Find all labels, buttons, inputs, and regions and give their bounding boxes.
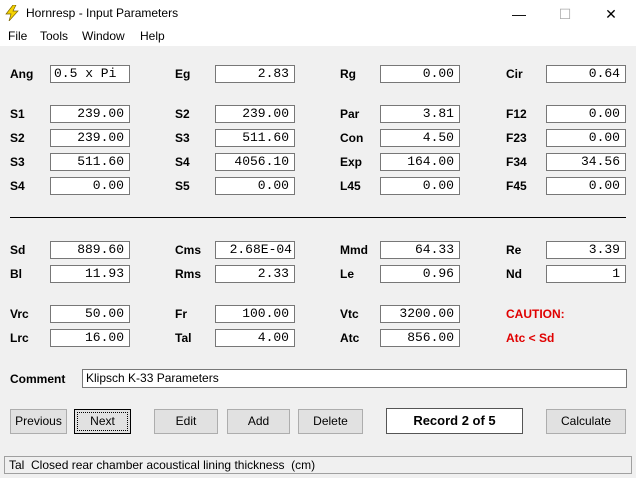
field-le[interactable]: 0.96 (380, 265, 460, 283)
label-s5: S5 (175, 179, 190, 193)
label-s3-segment3: S3 (10, 155, 25, 169)
minimize-button[interactable]: — (496, 0, 542, 28)
menu-window[interactable]: Window (82, 29, 125, 43)
label-ang: Ang (10, 67, 34, 81)
field-sd[interactable]: 889.60 (50, 241, 130, 259)
label-par: Par (340, 107, 360, 121)
field-s2[interactable]: 239.00 (215, 105, 295, 123)
label-nd: Nd (506, 267, 522, 281)
field-s3-segment3[interactable]: 511.60 (50, 153, 130, 171)
calculate-button[interactable]: Calculate (546, 409, 626, 434)
label-exp: Exp (340, 155, 363, 169)
field-cms[interactable]: 2.68E-04 (215, 241, 295, 259)
field-atc[interactable]: 856.00 (380, 329, 460, 347)
edit-button[interactable]: Edit (154, 409, 218, 434)
label-rg: Rg (340, 67, 356, 81)
field-con[interactable]: 4.50 (380, 129, 460, 147)
window-title: Hornresp - Input Parameters (26, 6, 179, 20)
field-tal[interactable]: 4.00 (215, 329, 295, 347)
field-s2-segment2[interactable]: 239.00 (50, 129, 130, 147)
field-re[interactable]: 3.39 (546, 241, 626, 259)
field-s4[interactable]: 4056.10 (215, 153, 295, 171)
field-f45[interactable]: 0.00 (546, 177, 626, 195)
field-s5[interactable]: 0.00 (215, 177, 295, 195)
record-indicator: Record 2 of 5 (386, 408, 523, 434)
label-s4-segment4: S4 (10, 179, 25, 193)
next-button[interactable]: Next (74, 409, 131, 434)
label-s4: S4 (175, 155, 190, 169)
label-comment: Comment (10, 372, 66, 386)
label-s1: S1 (10, 107, 25, 121)
label-fr: Fr (175, 307, 187, 321)
field-lrc[interactable]: 16.00 (50, 329, 130, 347)
field-eg[interactable]: 2.83 (215, 65, 295, 83)
label-bl: Bl (10, 267, 22, 281)
field-rms[interactable]: 2.33 (215, 265, 295, 283)
label-con: Con (340, 131, 364, 145)
menu-tools[interactable]: Tools (40, 29, 68, 43)
caution-title: CAUTION: (506, 307, 565, 321)
field-bl[interactable]: 11.93 (50, 265, 130, 283)
field-mmd[interactable]: 64.33 (380, 241, 460, 259)
label-vrc: Vrc (10, 307, 29, 321)
field-vtc[interactable]: 3200.00 (380, 305, 460, 323)
label-mmd: Mmd (340, 243, 368, 257)
comment-field[interactable]: Klipsch K-33 Parameters (82, 369, 627, 388)
label-tal: Tal (175, 331, 192, 345)
field-exp[interactable]: 164.00 (380, 153, 460, 171)
lightning-icon (5, 5, 19, 21)
field-rg[interactable]: 0.00 (380, 65, 460, 83)
field-s1[interactable]: 239.00 (50, 105, 130, 123)
label-s2: S2 (175, 107, 190, 121)
label-s3: S3 (175, 131, 190, 145)
previous-button[interactable]: Previous (10, 409, 67, 434)
caution-message: Atc < Sd (506, 331, 555, 345)
field-par[interactable]: 3.81 (380, 105, 460, 123)
label-atc: Atc (340, 331, 360, 345)
field-fr[interactable]: 100.00 (215, 305, 295, 323)
field-s3[interactable]: 511.60 (215, 129, 295, 147)
label-vtc: Vtc (340, 307, 359, 321)
label-cms: Cms (175, 243, 202, 257)
field-vrc[interactable]: 50.00 (50, 305, 130, 323)
field-f34[interactable]: 34.56 (546, 153, 626, 171)
field-ang[interactable]: 0.5 x Pi (50, 65, 130, 83)
field-l45[interactable]: 0.00 (380, 177, 460, 195)
label-l45: L45 (340, 179, 361, 193)
section-divider (10, 217, 626, 218)
menu-bar: File Tools Window Help (0, 28, 636, 46)
field-f23[interactable]: 0.00 (546, 129, 626, 147)
label-s2-segment2: S2 (10, 131, 25, 145)
label-f23: F23 (506, 131, 527, 145)
field-nd[interactable]: 1 (546, 265, 626, 283)
status-bar: Tal Closed rear chamber acoustical linin… (4, 456, 632, 474)
label-le: Le (340, 267, 355, 281)
label-f12: F12 (506, 107, 527, 121)
close-button[interactable]: ✕ (588, 0, 634, 28)
menu-help[interactable]: Help (140, 29, 165, 43)
delete-button[interactable]: Delete (298, 409, 363, 434)
field-s4-segment4[interactable]: 0.00 (50, 177, 130, 195)
maximize-button[interactable]: ☐ (542, 0, 588, 28)
field-f12[interactable]: 0.00 (546, 105, 626, 123)
menu-file[interactable]: File (8, 29, 27, 43)
label-re: Re (506, 243, 522, 257)
label-f34: F34 (506, 155, 527, 169)
field-cir[interactable]: 0.64 (546, 65, 626, 83)
add-button[interactable]: Add (227, 409, 290, 434)
label-rms: Rms (175, 267, 202, 281)
title-bar: Hornresp - Input Parameters — ☐ ✕ (0, 0, 636, 28)
label-f45: F45 (506, 179, 527, 193)
label-lrc: Lrc (10, 331, 29, 345)
label-sd: Sd (10, 243, 26, 257)
label-eg: Eg (175, 67, 191, 81)
label-cir: Cir (506, 67, 523, 81)
